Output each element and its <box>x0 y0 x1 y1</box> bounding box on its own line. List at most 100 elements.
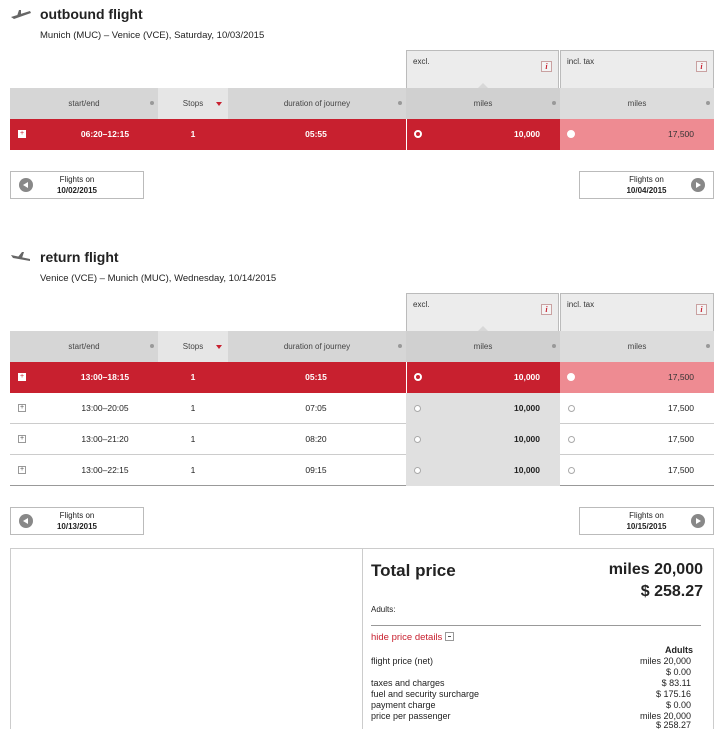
expand-icon[interactable]: + <box>18 373 26 381</box>
radio-button[interactable] <box>568 436 575 443</box>
outbound-tax-incl[interactable]: incl. tax i <box>560 50 714 88</box>
row-miles-incl[interactable]: 17,500 <box>560 424 714 455</box>
row-miles-incl[interactable]: 17,500 <box>560 455 714 486</box>
tax-incl-label: incl. tax <box>567 57 595 66</box>
radio-button[interactable] <box>567 130 575 138</box>
adults-label: Adults: <box>371 605 396 614</box>
radio-button[interactable] <box>567 373 575 381</box>
col-stops[interactable]: Stops <box>158 331 228 362</box>
return-route: Venice (VCE) – Munich (MUC), Wednesday, … <box>40 273 277 284</box>
sort-icon <box>150 344 154 348</box>
prev-day-label: Flights on <box>59 175 95 184</box>
outbound-title: outbound flight <box>40 6 143 22</box>
next-day-label: Flights on <box>629 175 664 184</box>
table-row[interactable]: + 13:00–20:05 1 07:05 10,000 17,500 <box>10 393 714 424</box>
table-row[interactable]: + 13:00–18:15 1 05:15 10,000 17,500 <box>10 362 714 393</box>
col-startend[interactable]: start/end <box>10 331 158 362</box>
expand-icon[interactable]: + <box>18 466 26 474</box>
radio-button[interactable] <box>414 467 421 474</box>
summary-separator <box>371 625 701 626</box>
row-miles-excl[interactable]: 10,000 <box>406 455 560 486</box>
outbound-tax-row: excl. i incl. tax i <box>406 50 714 89</box>
breakdown-line: $ 0.00 <box>371 667 691 678</box>
breakdown-label: taxes and charges <box>371 678 445 688</box>
outbound-table-header: start/end Stops duration of journey mile… <box>10 88 714 119</box>
col-stops-label: Stops <box>182 342 204 351</box>
radio-button[interactable] <box>414 130 422 138</box>
next-day-date: 10/15/2015 <box>626 522 667 531</box>
col-miles-incl[interactable]: miles <box>560 88 714 119</box>
prev-day-date: 10/02/2015 <box>56 186 98 195</box>
expand-icon[interactable]: + <box>18 130 26 138</box>
row-miles-excl[interactable]: 10,000 <box>406 424 560 455</box>
row-miles-incl[interactable]: 17,500 <box>560 393 714 424</box>
expand-icon[interactable]: + <box>18 435 26 443</box>
info-icon[interactable]: i <box>541 304 552 315</box>
col-miles-excl[interactable]: miles <box>406 88 560 119</box>
sort-icon <box>398 344 402 348</box>
col-stops[interactable]: Stops <box>158 88 228 119</box>
row-stops: 1 <box>190 129 196 139</box>
col-startend[interactable]: start/end <box>10 88 158 119</box>
table-row[interactable]: + 13:00–21:20 1 08:20 10,000 17,500 <box>10 424 714 455</box>
price-summary: Total price miles 20,000 $ 258.27 Adults… <box>10 548 714 729</box>
return-tax-row: excl. i incl. tax i <box>406 293 714 332</box>
col-startend-label: start/end <box>68 99 100 108</box>
radio-button[interactable] <box>414 373 422 381</box>
info-icon[interactable]: i <box>696 304 707 315</box>
miles-value: 17,500 <box>668 465 694 475</box>
breakdown-value: $ 258.27 <box>655 720 691 729</box>
plane-takeoff-icon <box>11 10 31 19</box>
prev-day-button[interactable]: Flights on 10/02/2015 <box>10 171 144 199</box>
expand-icon[interactable]: + <box>18 404 26 412</box>
row-miles-excl[interactable]: 10,000 <box>406 119 560 150</box>
radio-button[interactable] <box>568 405 575 412</box>
radio-button[interactable] <box>414 405 421 412</box>
next-day-button[interactable]: Flights on 10/15/2015 <box>579 507 714 535</box>
return-tax-excl[interactable]: excl. i <box>406 293 559 332</box>
col-miles-label: miles <box>627 99 647 108</box>
prev-day-button[interactable]: Flights on 10/13/2015 <box>10 507 144 535</box>
miles-value: 17,500 <box>668 129 694 139</box>
tax-excl-label: excl. <box>413 57 430 66</box>
radio-button[interactable] <box>414 436 421 443</box>
sort-icon <box>150 101 154 105</box>
row-miles-incl[interactable]: 17,500 <box>560 362 714 393</box>
col-duration-label: duration of journey <box>283 99 351 108</box>
breakdown-line: $ 258.27 <box>371 720 691 729</box>
return-table-header: start/end Stops duration of journey mile… <box>10 331 714 362</box>
outbound-tax-excl[interactable]: excl. i <box>406 50 559 89</box>
return-header: return flight Venice (VCE) – Munich (MUC… <box>0 243 720 284</box>
row-miles-excl[interactable]: 10,000 <box>406 362 560 393</box>
info-icon[interactable]: i <box>696 61 707 72</box>
row-duration: 09:15 <box>305 465 327 475</box>
row-stops: 1 <box>190 434 196 444</box>
sort-icon <box>706 101 710 105</box>
next-day-button[interactable]: Flights on 10/04/2015 <box>579 171 714 199</box>
breakdown-value: miles 20,000 <box>639 656 691 666</box>
row-miles-incl[interactable]: 17,500 <box>560 119 714 150</box>
row-miles-excl[interactable]: 10,000 <box>406 393 560 424</box>
row-time: 13:00–22:15 <box>81 465 129 475</box>
return-tax-incl[interactable]: incl. tax i <box>560 293 714 331</box>
tax-incl-label: incl. tax <box>567 300 595 309</box>
col-miles-incl[interactable]: miles <box>560 331 714 362</box>
table-row[interactable]: + 13:00–22:15 1 09:15 10,000 17,500 <box>10 455 714 486</box>
col-miles-excl[interactable]: miles <box>406 331 560 362</box>
col-duration-label: duration of journey <box>283 342 351 351</box>
collapse-icon[interactable] <box>445 632 455 641</box>
sort-desc-icon <box>216 102 222 106</box>
sort-desc-icon <box>216 345 222 349</box>
table-row[interactable]: + 06:20–12:15 1 05:55 10,000 17,500 <box>10 119 714 150</box>
sort-icon <box>552 344 556 348</box>
info-icon[interactable]: i <box>541 61 552 72</box>
col-duration[interactable]: duration of journey <box>228 331 406 362</box>
row-stops: 1 <box>190 372 196 382</box>
breakdown-label: fuel and security surcharge <box>371 689 480 699</box>
breakdown-value: $ 0.00 <box>665 700 691 710</box>
col-stops-label: Stops <box>182 99 204 108</box>
next-day-label: Flights on <box>629 511 664 520</box>
radio-button[interactable] <box>568 467 575 474</box>
col-duration[interactable]: duration of journey <box>228 88 406 119</box>
hide-price-details-link[interactable]: hide price details <box>371 632 455 643</box>
